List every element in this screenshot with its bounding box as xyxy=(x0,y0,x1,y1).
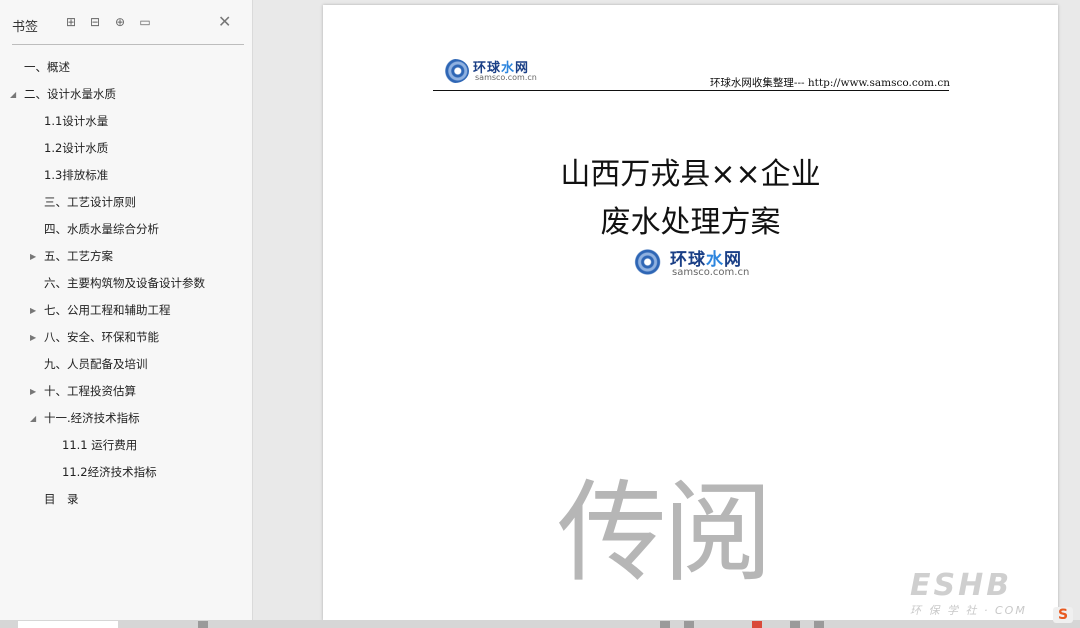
bookmark-item[interactable]: 六、主要构筑物及设备设计参数 xyxy=(0,270,252,297)
divider xyxy=(12,44,244,45)
collapsed-arrow-icon[interactable]: ▶ xyxy=(30,324,40,351)
bookmark-panel: 书签 ⊞ ⊟ ⊕ ▭ ✕ 一、概述 ◢ 二、设计水量水质 1.1设计水量 1.2设计水质… xyxy=(0,0,253,620)
bookmark-label: 十一.经济技术指标 xyxy=(44,411,140,425)
close-icon[interactable]: ✕ xyxy=(218,14,231,30)
bookmark-item[interactable]: 1.1设计水量 xyxy=(0,108,252,135)
fit-page-icon[interactable] xyxy=(790,621,800,628)
collapsed-arrow-icon[interactable]: ▶ xyxy=(30,297,40,324)
logo-url: samsco.com.cn xyxy=(475,73,537,82)
bookmark-item[interactable]: 1.2设计水质 xyxy=(0,135,252,162)
bookmark-label: 目 录 xyxy=(44,492,79,506)
bookmark-item[interactable]: 目 录 xyxy=(0,486,252,513)
document-title-line1: 山西万戎县××企业 xyxy=(560,157,821,192)
bookmark-item[interactable]: 11.2经济技术指标 xyxy=(0,459,252,486)
bookmark-item[interactable]: 四、水质水量综合分析 xyxy=(0,216,252,243)
bookmark-label: 二、设计水量水质 xyxy=(24,87,116,101)
ime-s-icon[interactable]: S xyxy=(1053,607,1073,623)
bookmark-label: 三、工艺设计原则 xyxy=(44,195,136,209)
bookmark-item[interactable]: ◢ 二、设计水量水质 xyxy=(0,81,252,108)
collapsed-arrow-icon[interactable]: ▶ xyxy=(30,378,40,405)
bookmark-label: 一、概述 xyxy=(24,60,70,74)
bookmark-item[interactable]: 九、人员配备及培训 xyxy=(0,351,252,378)
globe-logo-icon xyxy=(626,247,662,277)
bookmark-label: 六、主要构筑物及设备设计参数 xyxy=(44,276,205,290)
expand-all-icon[interactable]: ⊞ xyxy=(64,15,78,29)
bookmark-label: 八、安全、环保和节能 xyxy=(44,330,159,344)
bookmark-label: 十、工程投资估算 xyxy=(44,384,136,398)
bookmark-item[interactable]: ▶ 八、安全、环保和节能 xyxy=(0,324,252,351)
status-bar xyxy=(0,620,1080,628)
circulate-stamp: 传阅 xyxy=(557,469,773,597)
globe-logo-icon xyxy=(441,59,469,83)
header-logo: 环球水网 samsco.com.cn xyxy=(441,57,551,87)
bookmark-panel-header: 书签 ⊞ ⊟ ⊕ ▭ ✕ xyxy=(0,0,252,46)
bookmark-label: 1.1设计水量 xyxy=(44,114,109,128)
single-page-icon[interactable] xyxy=(660,621,670,628)
bookmark-tree: 一、概述 ◢ 二、设计水量水质 1.1设计水量 1.2设计水质 1.3排放标准三、工艺设计… xyxy=(0,54,252,513)
bookmark-label: 1.3排放标准 xyxy=(44,168,109,182)
bookmark-label: 九、人员配备及培训 xyxy=(44,357,148,371)
bookmark-item[interactable]: ▶ 十、工程投资估算 xyxy=(0,378,252,405)
view-icon[interactable] xyxy=(198,621,208,628)
bookmark-label: 四、水质水量综合分析 xyxy=(44,222,159,236)
site-watermark: ESHB 环 保 学 社 · COM xyxy=(910,568,1070,618)
bookmark-label: 七、公用工程和辅助工程 xyxy=(44,303,171,317)
bookmark-item[interactable]: ▶ 五、工艺方案 xyxy=(0,243,252,270)
bookmark-label: 11.2经济技术指标 xyxy=(62,465,157,479)
bookmark-label: 11.1 运行费用 xyxy=(62,438,138,452)
record-icon[interactable] xyxy=(752,621,762,628)
expanded-arrow-icon[interactable]: ◢ xyxy=(30,405,40,432)
bookmark-item[interactable]: 一、概述 xyxy=(0,54,252,81)
add-bookmark-icon[interactable]: ⊕ xyxy=(113,15,127,29)
center-logo: 环球水网 samsco.com.cn xyxy=(626,245,766,283)
collapsed-arrow-icon[interactable]: ▶ xyxy=(30,243,40,270)
header-text: 环球水网收集整理--- http://www.samsco.com.cn xyxy=(709,77,950,89)
delete-bookmark-icon[interactable]: ▭ xyxy=(138,15,152,29)
bookmark-item[interactable]: ▶ 七、公用工程和辅助工程 xyxy=(0,297,252,324)
expanded-arrow-icon[interactable]: ◢ xyxy=(10,81,20,108)
page-input[interactable] xyxy=(18,621,118,628)
fit-width-icon[interactable] xyxy=(814,621,824,628)
document-page: 环球水网 samsco.com.cn 环球水网收集整理--- http://ww… xyxy=(323,5,1058,621)
watermark-text: 环 保 学 社 · COM xyxy=(910,604,1027,617)
bookmark-item[interactable]: 三、工艺设计原则 xyxy=(0,189,252,216)
watermark-logo: ESHB xyxy=(910,568,1013,603)
bookmark-item[interactable]: ◢ 十一.经济技术指标 xyxy=(0,405,252,432)
bookmark-label: 1.2设计水质 xyxy=(44,141,109,155)
document-title-line2: 废水处理方案 xyxy=(600,205,781,240)
double-page-icon[interactable] xyxy=(684,621,694,628)
logo-url: samsco.com.cn xyxy=(672,267,750,278)
bookmark-item[interactable]: 1.3排放标准 xyxy=(0,162,252,189)
collapse-all-icon[interactable]: ⊟ xyxy=(88,15,102,29)
bookmark-panel-title: 书签 xyxy=(12,20,39,35)
bookmark-item[interactable]: 11.1 运行费用 xyxy=(0,432,252,459)
bookmark-label: 五、工艺方案 xyxy=(44,249,113,263)
header-rule xyxy=(433,90,949,91)
